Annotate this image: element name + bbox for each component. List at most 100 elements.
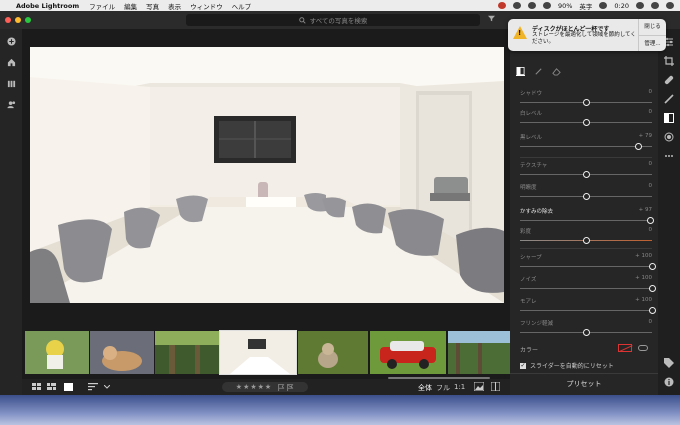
brush-tab-icon[interactable] <box>534 67 543 76</box>
library-icon[interactable] <box>7 79 16 88</box>
spotlight-icon[interactable] <box>636 2 644 9</box>
filter-icon[interactable] <box>488 15 495 22</box>
photo-grid-icon[interactable] <box>47 383 56 391</box>
presets-button[interactable]: プリセット <box>510 373 658 395</box>
brush-icon[interactable] <box>664 94 674 104</box>
color-label: カラー <box>520 347 539 354</box>
slider-knob[interactable] <box>582 171 590 178</box>
slider-knob[interactable] <box>582 119 590 126</box>
compare-icon[interactable] <box>491 382 500 391</box>
menu-window[interactable]: ウィンドウ <box>190 1 223 11</box>
people-icon[interactable] <box>6 100 16 109</box>
chevron-down-icon[interactable] <box>104 385 110 389</box>
slider-knob[interactable] <box>648 307 656 314</box>
menu-view[interactable]: 表示 <box>168 1 181 11</box>
thumbnail-7[interactable] <box>448 331 510 374</box>
slider-track[interactable] <box>520 288 652 289</box>
panel-divider <box>520 157 652 158</box>
thumbnail-5[interactable] <box>298 331 368 374</box>
slider-knob[interactable] <box>646 217 654 224</box>
zoom-fill-button[interactable]: フル <box>436 383 450 393</box>
thumbnail-3[interactable] <box>155 331 219 374</box>
notification-close-button[interactable]: 閉じる <box>639 19 666 35</box>
menu-edit[interactable]: 編集 <box>124 1 137 11</box>
slider-knob[interactable] <box>582 99 590 106</box>
time-machine-icon[interactable] <box>512 2 521 9</box>
wifi-icon[interactable] <box>542 2 551 9</box>
slider-track[interactable] <box>520 310 652 311</box>
right-rail <box>658 29 680 395</box>
add-photos-icon[interactable] <box>6 37 16 46</box>
search-input[interactable]: すべての写真を検索 <box>186 14 480 26</box>
info-overlay-icon[interactable] <box>474 382 484 391</box>
notification-center-icon[interactable] <box>666 2 674 9</box>
slider-knob[interactable] <box>634 143 642 150</box>
thumbnail-2[interactable] <box>90 331 154 374</box>
thumbnail-1[interactable] <box>25 331 89 374</box>
slider-knob[interactable] <box>582 329 590 336</box>
input-mode[interactable]: 英字 <box>579 1 592 11</box>
color-toggle[interactable] <box>638 345 648 351</box>
sort-icon[interactable] <box>88 383 98 391</box>
thumbnail-6[interactable] <box>370 331 446 374</box>
edit-presets-tab-icon[interactable] <box>516 67 525 76</box>
slider-label: かすみの除去 <box>520 209 554 215</box>
thumbnail-4-selected[interactable] <box>219 330 297 375</box>
slider-value: 0 <box>648 183 653 189</box>
crop-icon[interactable] <box>664 56 674 66</box>
color-swatch[interactable] <box>618 344 632 352</box>
slider-knob[interactable] <box>582 193 590 200</box>
eraser-tab-icon[interactable] <box>552 67 561 76</box>
tag-icon[interactable] <box>664 358 674 368</box>
user-icon[interactable] <box>599 2 608 9</box>
slider-value: 0 <box>648 109 653 115</box>
menu-bar: Adobe Lightroom ファイル 編集 写真 表示 ウィンドウ ヘルプ … <box>0 0 680 11</box>
slider-knob[interactable] <box>582 237 590 244</box>
conference-room-photo <box>30 47 504 303</box>
auto-reset-checkbox[interactable]: ✓ <box>520 362 526 369</box>
minimize-window-button[interactable] <box>15 17 21 23</box>
healing-icon[interactable] <box>664 75 674 85</box>
reject-flag-icon[interactable] <box>287 383 294 391</box>
menu-file[interactable]: ファイル <box>89 1 115 11</box>
auto-reset-row[interactable]: ✓ スライダーを自動的にリセット <box>520 361 614 370</box>
slider-value: + 100 <box>635 253 652 259</box>
zoom-1to1-button[interactable]: 1:1 <box>454 383 465 391</box>
creative-cloud-icon[interactable] <box>497 2 506 9</box>
clock[interactable]: 0:20 <box>614 2 629 10</box>
notification-manage-button[interactable]: 管理... <box>639 35 666 51</box>
battery-percent[interactable]: 90% <box>558 2 572 10</box>
slider-value: 0 <box>648 227 653 233</box>
slider-label: テクスチャ <box>520 163 548 169</box>
close-window-button[interactable] <box>5 17 11 23</box>
slider-track[interactable] <box>520 220 652 221</box>
menu-help[interactable]: ヘルプ <box>232 1 252 11</box>
radial-gradient-icon[interactable] <box>664 132 674 142</box>
slider-knob[interactable] <box>648 285 656 292</box>
menu-app-name[interactable]: Adobe Lightroom <box>16 2 79 10</box>
linear-gradient-icon[interactable] <box>664 113 674 123</box>
slider-value: 0 <box>648 161 653 167</box>
more-icon[interactable] <box>664 151 674 161</box>
home-icon[interactable] <box>7 58 16 67</box>
disk-full-notification[interactable]: ディスクがほとんど一杯です ストレージを最適化して領域を節約してください。 閉じ… <box>508 19 666 51</box>
menu-photo[interactable]: 写真 <box>146 1 159 11</box>
slider-label: フリンジ軽減 <box>520 321 554 327</box>
zoom-fit-button[interactable]: 全体 <box>418 383 432 393</box>
siri-icon[interactable] <box>651 2 659 9</box>
star-rating[interactable]: ★★★★★ <box>222 382 308 392</box>
zoom-window-button[interactable] <box>25 17 31 23</box>
slider-value: + 100 <box>635 275 652 281</box>
slider-track[interactable] <box>520 266 652 267</box>
square-grid-icon[interactable] <box>32 383 41 391</box>
main-photo[interactable] <box>30 47 504 303</box>
slider-value: + 97 <box>638 207 652 213</box>
detail-view-icon[interactable] <box>64 383 73 391</box>
flag-icon[interactable] <box>278 383 285 391</box>
info-icon[interactable] <box>664 377 674 387</box>
rating-stars[interactable]: ★★★★★ <box>236 383 272 391</box>
bluetooth-icon[interactable] <box>527 2 536 9</box>
slider-track[interactable] <box>520 146 652 147</box>
slider-knob[interactable] <box>648 263 656 270</box>
search-placeholder: すべての写真を検索 <box>309 17 368 25</box>
